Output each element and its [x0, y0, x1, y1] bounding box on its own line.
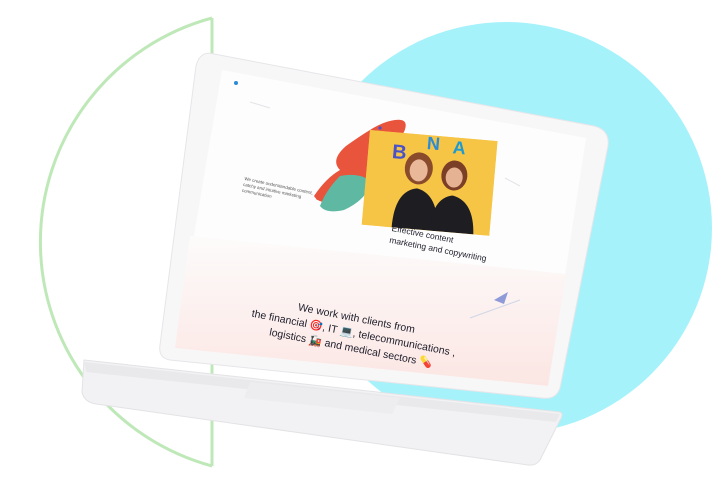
illustrated-character — [314, 119, 406, 212]
hero-photo-art: B N A — [361, 130, 498, 236]
letter-a: A — [452, 137, 467, 158]
website-screen: B N A We create understandable content, … — [0, 0, 720, 500]
letter-b: B — [391, 141, 407, 164]
hero-photo: B N A — [361, 130, 498, 236]
letter-n: N — [426, 133, 441, 154]
